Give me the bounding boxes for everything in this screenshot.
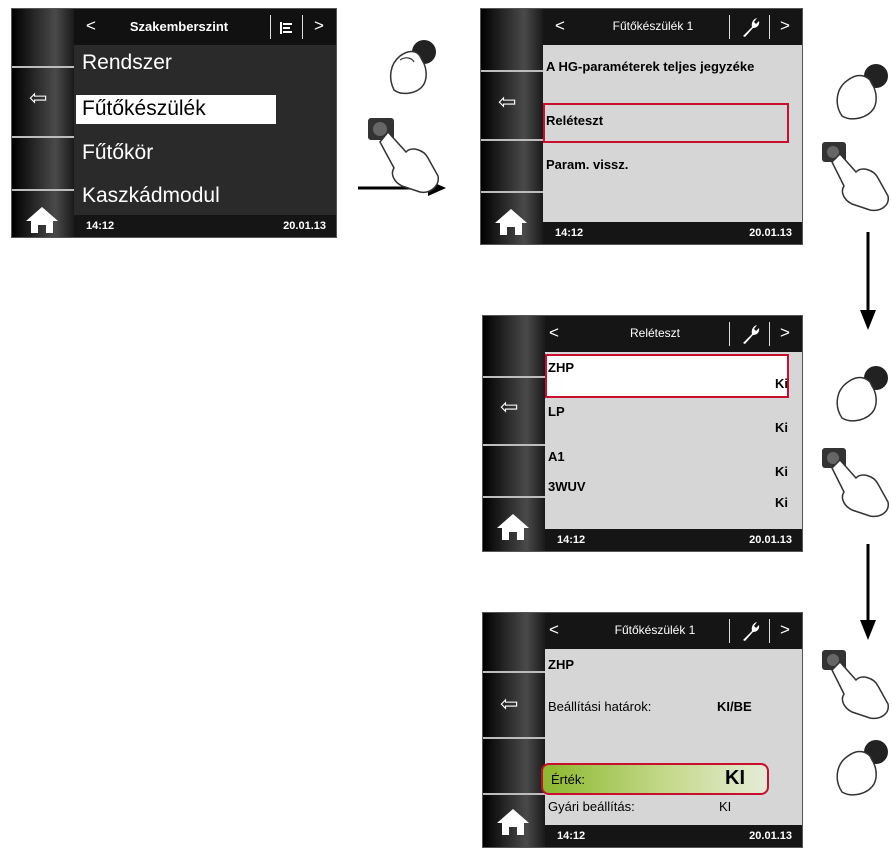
screen-title: Fűtőkészülék 1	[614, 623, 696, 637]
press-button-icon	[822, 650, 889, 720]
chevron-left-icon[interactable]: <	[549, 620, 559, 640]
relay-value-a1[interactable]: Ki	[775, 464, 788, 479]
title-bar: < Reléteszt >	[545, 316, 802, 352]
screen-releteszt: ⇦ < Reléteszt > ZHP Ki LP Ki A1 Ki 3WUV …	[482, 315, 803, 552]
rotary-knob-turn-icon	[389, 40, 436, 95]
relay-value-lp[interactable]: Ki	[775, 420, 788, 435]
date: 20.01.13	[283, 220, 326, 232]
press-button-icon	[822, 448, 889, 518]
list-icon[interactable]	[279, 21, 293, 35]
back-arrow-icon[interactable]: ⇦	[498, 89, 516, 115]
parameter-heading: ZHP	[548, 657, 574, 672]
factory-label: Gyári beállítás:	[548, 799, 635, 814]
date: 20.01.13	[749, 830, 792, 842]
factory-value: KI	[719, 799, 732, 814]
back-arrow-icon[interactable]: ⇦	[500, 394, 518, 420]
relay-name-zhp: ZHP	[548, 360, 574, 375]
title-bar: < Szakemberszint >	[74, 9, 336, 45]
home-icon[interactable]	[495, 807, 531, 837]
menu-item-rendszer[interactable]: Rendszer	[82, 51, 172, 75]
wrench-icon[interactable]	[739, 323, 761, 345]
screen-title: Reléteszt	[629, 326, 681, 340]
content-panel: ZHP Beállítási határok: KI/BE Érték: KI …	[541, 649, 802, 825]
relay-name-3wuv: 3WUV	[548, 479, 586, 494]
limits-value: KI/BE	[717, 699, 752, 714]
back-arrow-icon[interactable]: ⇦	[29, 85, 47, 111]
chevron-right-icon[interactable]: >	[780, 323, 790, 343]
chevron-left-icon[interactable]: <	[555, 16, 565, 36]
content-panel: A HG-paraméterek teljes jegyzéke Relétes…	[543, 45, 802, 222]
menu-item-kaszkadmodul[interactable]: Kaszkádmodul	[82, 184, 220, 208]
flow-arrow-down	[860, 544, 876, 640]
home-icon[interactable]	[495, 512, 531, 542]
clock-time: 14:12	[86, 220, 115, 232]
clock-time: 14:12	[555, 227, 584, 239]
chevron-left-icon[interactable]: <	[549, 323, 559, 343]
press-button-icon	[822, 142, 889, 212]
chevron-right-icon[interactable]: >	[780, 16, 790, 36]
side-button-bar: ⇦	[12, 9, 75, 237]
relay-name-a1: A1	[548, 449, 565, 464]
side-button-bar: ⇦	[481, 9, 544, 244]
value-field[interactable]: Érték: KI	[541, 763, 769, 795]
screen-futokeszulek-1: ⇦ < Fűtőkészülék 1 > A HG-paraméterek te…	[480, 8, 803, 245]
chevron-right-icon[interactable]: >	[780, 620, 790, 640]
current-value[interactable]: KI	[725, 767, 745, 790]
menu-item-futokor[interactable]: Fűtőkör	[82, 141, 153, 165]
list-item-hg-parameters[interactable]: A HG-paraméterek teljes jegyzéke	[546, 59, 754, 74]
title-bar: < Fűtőkészülék 1 >	[545, 613, 802, 649]
press-button-icon	[368, 118, 439, 194]
back-arrow-icon[interactable]: ⇦	[500, 691, 518, 717]
screen-title: Szakemberszint	[129, 19, 229, 34]
status-footer: 14:12 20.01.13	[74, 215, 336, 237]
rotary-knob-turn-icon	[836, 366, 888, 422]
relay-value-3wuv[interactable]: Ki	[775, 495, 788, 510]
relay-value-zhp[interactable]: Ki	[775, 376, 788, 391]
wrench-icon[interactable]	[739, 16, 761, 38]
flow-arrow-down	[860, 232, 876, 330]
relay-name-lp: LP	[548, 404, 565, 419]
screen-szakemberszint: ⇦ < Szakemberszint > Rendszer Fűtőkészül…	[11, 8, 337, 238]
side-button-bar: ⇦	[483, 316, 546, 551]
clock-time: 14:12	[557, 534, 586, 546]
list-item-param-vissz[interactable]: Param. vissz.	[546, 157, 628, 172]
screen-zhp-setting: ⇦ < Fűtőkészülék 1 > ZHP Beállítási hatá…	[482, 612, 803, 848]
wrench-icon[interactable]	[739, 620, 761, 642]
menu-panel: Rendszer Fűtőkészülék Fűtőkör Kaszkádmod…	[74, 45, 336, 215]
content-panel: ZHP Ki LP Ki A1 Ki 3WUV Ki	[545, 352, 802, 529]
status-footer: 14:12 20.01.13	[543, 222, 802, 244]
home-icon[interactable]	[24, 205, 60, 235]
home-icon[interactable]	[493, 207, 529, 237]
menu-item-futokeszulek[interactable]: Fűtőkészülék	[82, 97, 206, 121]
date: 20.01.13	[749, 534, 792, 546]
title-bar: < Fűtőkészülék 1 >	[543, 9, 802, 45]
rotary-knob-turn-icon	[836, 740, 888, 796]
limits-label: Beállítási határok:	[548, 699, 652, 714]
chevron-left-icon[interactable]: <	[86, 16, 96, 36]
status-footer: 14:12 20.01.13	[545, 529, 802, 551]
list-item-releteszt[interactable]: Reléteszt	[546, 113, 603, 128]
side-button-bar: ⇦	[483, 613, 546, 847]
rotary-knob-turn-icon	[836, 64, 888, 120]
chevron-right-icon[interactable]: >	[314, 16, 324, 36]
selection-highlight	[545, 354, 789, 398]
screen-title: Fűtőkészülék 1	[612, 19, 694, 33]
status-footer: 14:12 20.01.13	[545, 825, 802, 847]
value-label: Érték:	[551, 772, 585, 787]
clock-time: 14:12	[557, 830, 586, 842]
date: 20.01.13	[749, 227, 792, 239]
